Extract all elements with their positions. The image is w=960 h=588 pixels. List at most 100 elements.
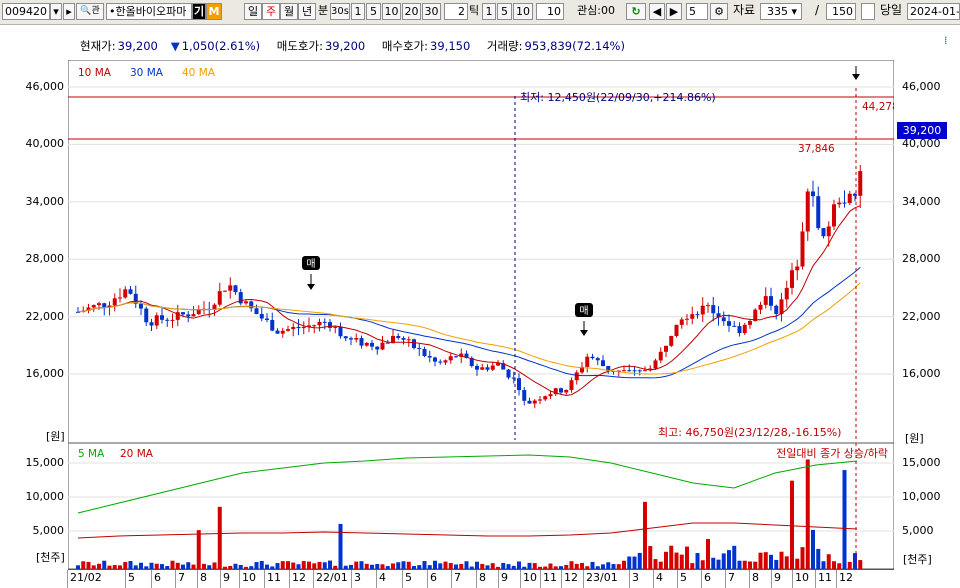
candle [832,204,836,227]
x-tick-label: 12 [564,571,578,584]
volume-bar [475,561,479,569]
candle [427,356,432,358]
high-annotation: 최고: 46,750원(23/12/28,-16.15%) [658,426,841,439]
candle [574,372,579,381]
volume-value: 953,839(72.14%) [524,39,625,53]
candle [858,171,863,196]
code-history-icon[interactable]: ▸ [63,3,75,20]
period-year-button[interactable]: 년 [298,3,316,20]
code-dropdown-icon[interactable]: ▾ [50,3,62,20]
y-tick-left: 22,000 [25,309,65,323]
y-tick-left: 34,000 [25,194,65,208]
refresh-icon[interactable]: ↻ [626,3,646,20]
x-tick-label: 22/01 [316,571,348,584]
volume-bar [322,562,327,569]
prev-arrow-icon[interactable]: ◀ [649,3,665,20]
total-count-input[interactable]: 150 [826,3,856,20]
candle [590,356,595,359]
x-tick-label: 11 [818,571,832,584]
slash-label: / [814,3,820,17]
volume-bar [301,561,306,569]
candle [727,321,731,326]
price-chart[interactable]: 10 MA 30 MA 40 MA 최저: 12,450원(22/09/30,+… [68,60,894,443]
volume-bar [721,553,726,569]
volume-bar [517,561,521,569]
x-tick-mark [351,570,352,588]
stock-code-input[interactable]: 009420 [2,3,50,20]
legend-20ma: 20 MA [120,448,154,460]
candle [343,336,348,339]
volume-bar [286,561,290,569]
volume-bar [811,529,815,569]
toolbar: 009420 ▾ ▸ 🔍관 •한올바이오파마 기 M 일 주 월 년 분 30s… [0,0,960,25]
volume-bar [406,561,411,569]
search-button[interactable]: 🔍관 [76,3,104,20]
candle [679,319,684,325]
candle [333,326,338,328]
candle [160,315,164,320]
tick-1-button[interactable]: 1 [482,3,496,20]
settings-gear-icon[interactable]: ⚙ [710,3,728,20]
candle [322,321,327,323]
x-tick-label: 8 [200,571,207,584]
candle [643,370,647,372]
next-arrow-icon[interactable]: ▶ [666,3,682,20]
x-tick-label: 9 [774,571,781,584]
interval-30s-button[interactable]: 30s [330,3,350,20]
data-count-select[interactable]: 335 ▾ [760,3,802,20]
x-tick-mark [239,570,240,588]
candle [112,298,117,306]
candle [275,330,280,334]
badge-gi[interactable]: 기 [192,3,206,20]
candle [454,356,458,358]
candle [569,380,574,390]
buy-signal-2-label: 매 [579,305,588,317]
interval-5-button[interactable]: 5 [366,3,381,20]
price-unit-label-left: [원] [46,430,65,443]
step-input[interactable]: 5 [686,3,708,20]
badge-m[interactable]: M [206,3,222,20]
count-input[interactable]: 10 [536,3,564,20]
tick-count-input[interactable]: 2 [444,3,468,20]
volume-note: 전일대비 종가 상승/하락 [776,446,888,460]
volume-chart[interactable]: 5 MA 20 MA 전일대비 종가 상승/하락 [68,443,894,569]
volume-bar [123,561,128,569]
interval-1-button[interactable]: 1 [351,3,365,20]
x-tick-label: 6 [154,571,161,584]
candle [102,303,107,308]
volume-bar [102,560,107,569]
candle [538,399,542,401]
candle [853,193,857,196]
candle [585,356,590,367]
candle [758,304,763,310]
volume-bar [259,560,264,569]
interval-20-button[interactable]: 20 [402,3,421,20]
vol-tick-right: 5,000 [902,524,934,537]
period-day-button[interactable]: 일 [244,3,262,20]
date-input[interactable]: 2024-01-0 [907,3,960,20]
tick-10-button[interactable]: 10 [513,3,533,20]
today-checkbox[interactable] [861,3,875,20]
candle [601,360,605,367]
volume-bar [338,523,343,569]
x-tick-mark [815,570,816,588]
candle [417,348,422,350]
x-tick-label: 6 [704,571,711,584]
x-tick-label: 3 [632,571,639,584]
panel-expand-icon[interactable]: ⁞ [944,34,948,47]
candle [653,360,658,369]
candle [370,342,374,347]
candle [695,314,700,316]
volume-bar [433,560,437,569]
x-tick-label: 10 [242,571,256,584]
volume-bar [328,560,332,569]
candle [291,326,296,330]
interval-10-button[interactable]: 10 [382,3,401,20]
volume-bar [632,556,637,569]
period-week-button[interactable]: 주 [262,3,280,20]
stock-name-field[interactable]: •한올바이오파마 [106,3,192,20]
interval-30-button[interactable]: 30 [422,3,441,20]
tick-5-button[interactable]: 5 [497,3,512,20]
x-tick-label: 4 [379,571,386,584]
period-month-button[interactable]: 월 [280,3,298,20]
